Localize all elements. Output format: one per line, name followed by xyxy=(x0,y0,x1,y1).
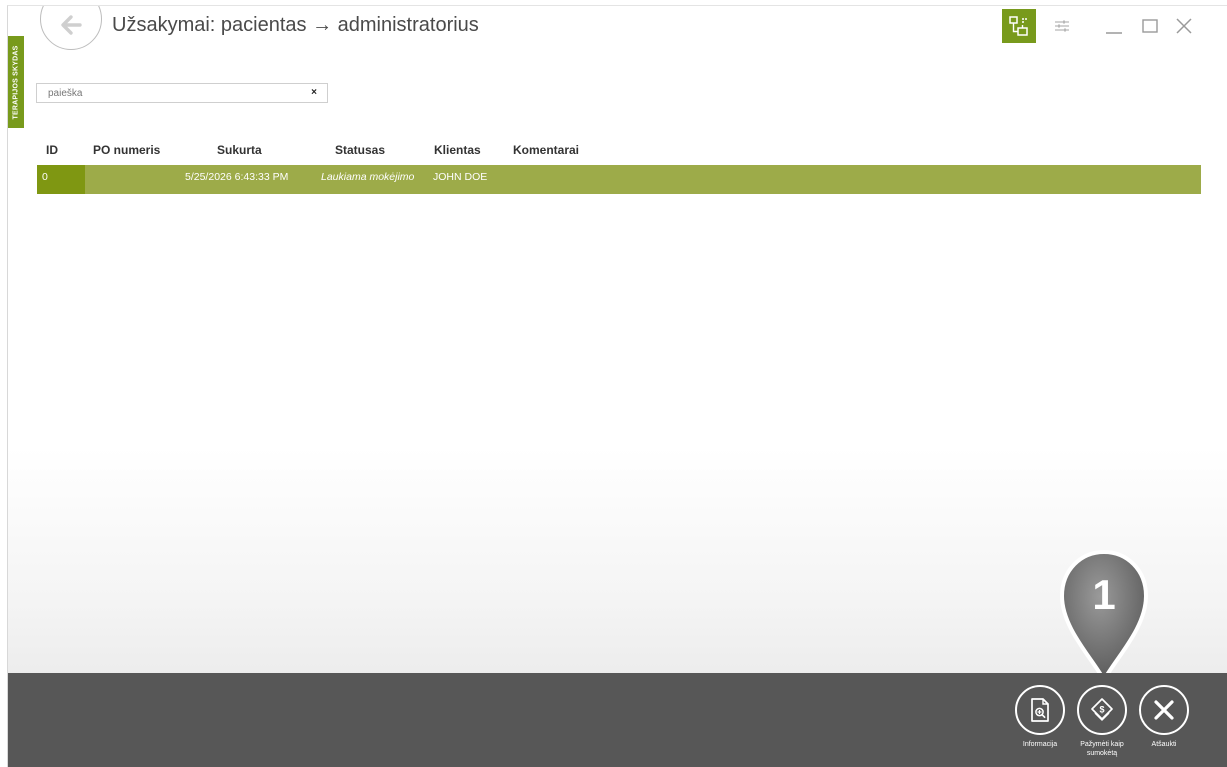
svg-text:$: $ xyxy=(1099,705,1104,715)
column-header-status[interactable]: Statusas xyxy=(335,143,385,157)
network-button[interactable] xyxy=(1002,9,1036,43)
close-icon xyxy=(1176,18,1192,34)
maximize-icon xyxy=(1142,19,1158,33)
x-icon xyxy=(1154,700,1174,720)
mark-paid-label-line2: sumokėtą xyxy=(1086,750,1118,757)
column-header-comments[interactable]: Komentarai xyxy=(513,143,579,157)
minimize-icon xyxy=(1106,32,1122,34)
column-header-client[interactable]: Klientas xyxy=(434,143,481,157)
sliders-icon xyxy=(1055,20,1069,32)
mark-paid-button-circle[interactable]: $ xyxy=(1077,685,1127,735)
table-row[interactable]: 0 5/25/2026 6:43:33 PM Laukiama mokėjimo… xyxy=(37,165,1201,194)
page-title: Užsakymai: pacientas → administratorius xyxy=(112,14,479,36)
minimize-button[interactable] xyxy=(1102,14,1126,38)
cancel-button-label: Atšaukti xyxy=(1151,741,1177,748)
document-search-icon xyxy=(1031,698,1049,722)
bottom-action-bar: Informacija $ Pažymėti kaip sumokėtą Atš… xyxy=(8,673,1227,767)
search-box: × xyxy=(36,83,328,103)
column-header-created[interactable]: Sukurta xyxy=(217,143,262,157)
column-header-id[interactable]: ID xyxy=(46,143,58,157)
settings-button[interactable] xyxy=(1050,14,1074,38)
cancel-button-circle[interactable] xyxy=(1139,685,1189,735)
money-tag-icon: $ xyxy=(1091,698,1113,721)
side-tab-therapy-panel[interactable]: TERAPIJOS SKYDAS xyxy=(8,36,24,128)
orders-table: ID PO numeris Sukurta Statusas Klientas … xyxy=(37,143,1201,194)
info-button-circle[interactable] xyxy=(1015,685,1065,735)
back-button[interactable] xyxy=(40,6,102,50)
callout-number: 1 xyxy=(1092,571,1115,618)
row-created: 5/25/2026 6:43:33 PM xyxy=(185,171,289,183)
app-window: TERAPIJOS SKYDAS Užsakymai: pacientas → … xyxy=(7,5,1227,767)
column-header-po-number[interactable]: PO numeris xyxy=(93,143,160,157)
mark-paid-label-line1: Pažymėti kaip xyxy=(1080,741,1124,748)
table-header: ID PO numeris Sukurta Statusas Klientas … xyxy=(37,143,1201,163)
info-button-label: Informacija xyxy=(1022,741,1058,748)
close-window-button[interactable] xyxy=(1172,14,1196,38)
info-button[interactable]: Informacija xyxy=(1010,685,1070,749)
search-input[interactable] xyxy=(37,84,297,102)
row-status: Laukiama mokėjimo xyxy=(321,171,415,183)
row-id-cell: 0 xyxy=(37,165,85,194)
row-client: JOHN DOE xyxy=(433,171,488,183)
row-id: 0 xyxy=(42,171,48,183)
cancel-button[interactable]: Atšaukti xyxy=(1134,685,1194,749)
side-tab-label: TERAPIJOS SKYDAS xyxy=(12,45,20,119)
callout-marker: 1 xyxy=(1059,549,1149,684)
maximize-button[interactable] xyxy=(1138,14,1162,38)
network-icon xyxy=(1009,16,1028,36)
arrow-left-icon xyxy=(61,15,82,35)
mark-paid-button[interactable]: $ Pažymėti kaip sumokėtą xyxy=(1072,685,1132,758)
search-clear-button[interactable]: × xyxy=(307,86,321,100)
